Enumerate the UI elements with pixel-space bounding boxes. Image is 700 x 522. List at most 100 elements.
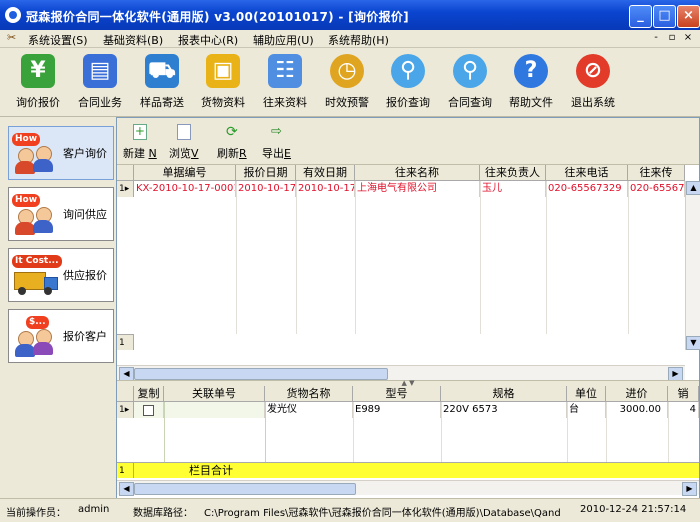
col-header-copy[interactable]: 复制 bbox=[134, 386, 164, 402]
cell-copy-checkbox[interactable] bbox=[134, 402, 164, 418]
toolbar-alert-button[interactable]: ◷ 时效预警 bbox=[316, 54, 378, 112]
col-header-contact-person[interactable]: 往来负责人 bbox=[480, 165, 546, 181]
contact-card-icon: ☷ bbox=[268, 54, 302, 88]
scroll-up-icon[interactable]: ▲ bbox=[686, 181, 700, 195]
toolbar-label: 合同业务 bbox=[78, 96, 122, 109]
toolbar-contacts-button[interactable]: ☷ 往来资料 bbox=[254, 54, 316, 112]
row-selector[interactable]: 1▸ bbox=[117, 402, 134, 418]
status-bar: 当前操作员： admin 数据库路径： C:\Program Files\冠森软… bbox=[0, 498, 700, 522]
menu-basic-data[interactable]: 基础资料(B) bbox=[103, 32, 163, 48]
scroll-left-icon[interactable]: ◀ bbox=[119, 367, 134, 381]
browse-button[interactable]: 浏览V bbox=[169, 122, 199, 161]
mdi-tools-icon[interactable]: ✂ bbox=[7, 32, 20, 44]
menu-system-settings[interactable]: 系统设置(S) bbox=[28, 32, 88, 48]
operator-label: 当前操作员： bbox=[6, 508, 66, 519]
minimize-button[interactable]: _ bbox=[629, 5, 652, 28]
quote-grid-vscrollbar[interactable]: ▲ ▼ bbox=[685, 181, 700, 350]
scroll-thumb[interactable] bbox=[134, 483, 356, 495]
new-icon: + bbox=[132, 124, 147, 140]
db-path-label: 数据库路径： bbox=[133, 508, 193, 519]
toolbar-goods-button[interactable]: ▣ 货物资料 bbox=[192, 54, 254, 112]
cell-partner-name: 上海电气有限公司 bbox=[355, 181, 480, 197]
scroll-down-icon[interactable]: ▼ bbox=[686, 336, 700, 350]
toolbar-quote-button[interactable]: ¥ 询价报价 bbox=[7, 54, 69, 112]
toolbar-label: 询价报价 bbox=[16, 96, 60, 109]
col-header-quote-date[interactable]: 报价日期 bbox=[236, 165, 296, 181]
toolbar-help-button[interactable]: ? 帮助文件 bbox=[500, 54, 562, 112]
col-header-sale[interactable]: 销 bbox=[668, 386, 699, 402]
col-header-related-no[interactable]: 关联单号 bbox=[164, 386, 265, 402]
footer-row-number: 1 bbox=[117, 334, 134, 350]
cell-spec: 220V 6573 bbox=[441, 402, 567, 418]
people-icon: How bbox=[12, 133, 60, 174]
toolbar-contract-button[interactable]: ▤ 合同业务 bbox=[69, 54, 131, 112]
refresh-button[interactable]: ⟳ 刷新R bbox=[217, 122, 247, 161]
toolbar-label: 帮助文件 bbox=[509, 96, 553, 109]
cell-cost: 3000.00 bbox=[606, 402, 668, 418]
toolbar-exit-button[interactable]: ⊘ 退出系统 bbox=[562, 54, 624, 112]
detail-grid-hscrollbar[interactable]: ◀ ▶ bbox=[117, 480, 699, 496]
refresh-icon: ⟳ bbox=[225, 124, 238, 140]
app-logo-icon bbox=[5, 7, 21, 23]
new-button[interactable]: + 新建 N bbox=[123, 122, 157, 161]
toolbar-sample-button[interactable]: ⛟ 样品寄送 bbox=[131, 54, 193, 112]
menu-system-help[interactable]: 系统帮助(H) bbox=[328, 32, 389, 48]
mdi-minimize-button[interactable]: - bbox=[650, 32, 662, 44]
cell-sale: 4 bbox=[668, 402, 699, 418]
export-button[interactable]: ⇨ 导出E bbox=[262, 122, 291, 161]
refresh-label: 刷新 bbox=[217, 147, 239, 160]
refresh-shortcut: R bbox=[239, 147, 247, 160]
new-shortcut: N bbox=[148, 147, 157, 160]
menu-report-center[interactable]: 报表中心(R) bbox=[178, 32, 238, 48]
main-toolbar: ¥ 询价报价 ▤ 合同业务 ⛟ 样品寄送 ▣ 货物资料 ☷ 往来资料 ◷ 时效预… bbox=[0, 48, 700, 117]
sidebar-item-supplier-quote[interactable]: It Cost... 供应报价 bbox=[8, 248, 114, 302]
close-button[interactable]: × bbox=[677, 5, 700, 28]
db-path: C:\Program Files\冠森软件\冠森报价合同一体化软件(通用版)\D… bbox=[204, 508, 561, 519]
truck-cost-icon: It Cost... bbox=[12, 255, 62, 295]
col-header-cost[interactable]: 进价 bbox=[606, 386, 668, 402]
sidebar-item-ask-supplier[interactable]: How 询问供应 bbox=[8, 187, 114, 241]
col-header-fax[interactable]: 往来传 bbox=[628, 165, 685, 181]
cell-valid-date: 2010-10-17 bbox=[296, 181, 355, 197]
mdi-restore-button[interactable]: ▫ bbox=[666, 32, 678, 44]
magnifier-icon: ⚲ bbox=[453, 54, 487, 88]
box-icon: ▣ bbox=[206, 54, 240, 88]
col-header-spec[interactable]: 规格 bbox=[441, 386, 567, 402]
truck-icon: ⛟ bbox=[145, 54, 179, 88]
mdi-close-button[interactable]: × bbox=[682, 32, 694, 44]
toolbar-quote-query-button[interactable]: ⚲ 报价查询 bbox=[377, 54, 439, 112]
quote-grid: 单据编号 报价日期 有效日期 往来名称 往来负责人 往来电话 往来传 1▸ KX… bbox=[117, 165, 700, 352]
toolbar-label: 退出系统 bbox=[571, 96, 615, 109]
scroll-right-icon[interactable]: ▶ bbox=[668, 367, 683, 381]
menu-aux-apps[interactable]: 辅助应用(U) bbox=[253, 32, 314, 48]
cell-model: E989 bbox=[353, 402, 441, 418]
status-timestamp: 2010-12-24 21:57:14 bbox=[580, 504, 687, 515]
magnifier-icon: ⚲ bbox=[391, 54, 425, 88]
maximize-button[interactable]: □ bbox=[653, 5, 676, 28]
row-selector[interactable]: 1▸ bbox=[117, 181, 134, 197]
col-header-phone[interactable]: 往来电话 bbox=[546, 165, 628, 181]
col-header-unit[interactable]: 单位 bbox=[567, 386, 606, 402]
quote-grid-hscrollbar[interactable]: ◀ ▶ bbox=[117, 365, 685, 381]
col-header-doc-no[interactable]: 单据编号 bbox=[134, 165, 236, 181]
scroll-right-icon[interactable]: ▶ bbox=[682, 482, 697, 496]
col-header-model[interactable]: 型号 bbox=[353, 386, 441, 402]
scroll-thumb[interactable] bbox=[134, 368, 388, 380]
people-icon: How bbox=[12, 194, 60, 235]
col-header-partner-name[interactable]: 往来名称 bbox=[355, 165, 480, 181]
export-label: 导出 bbox=[262, 147, 284, 160]
col-header-goods-name[interactable]: 货物名称 bbox=[265, 386, 353, 402]
col-header-valid-date[interactable]: 有效日期 bbox=[296, 165, 355, 181]
sidebar-item-quote-customer[interactable]: $... 报价客户 bbox=[8, 309, 114, 363]
sidebar-item-customer-inquiry[interactable]: How 客户询价 bbox=[8, 126, 114, 180]
cell-fax: 020-65567 bbox=[628, 181, 685, 197]
toolbar-contract-query-button[interactable]: ⚲ 合同查询 bbox=[439, 54, 501, 112]
scroll-left-icon[interactable]: ◀ bbox=[119, 482, 134, 496]
sidebar-item-label: 询问供应 bbox=[63, 208, 107, 221]
total-row-number: 1 bbox=[117, 462, 134, 478]
cell-contact-person: 玉儿 bbox=[480, 181, 546, 197]
cell-quote-date: 2010-10-17 bbox=[236, 181, 296, 197]
exit-icon: ⊘ bbox=[576, 54, 610, 88]
browse-icon bbox=[176, 124, 191, 140]
toolbar-label: 货物资料 bbox=[201, 96, 245, 109]
